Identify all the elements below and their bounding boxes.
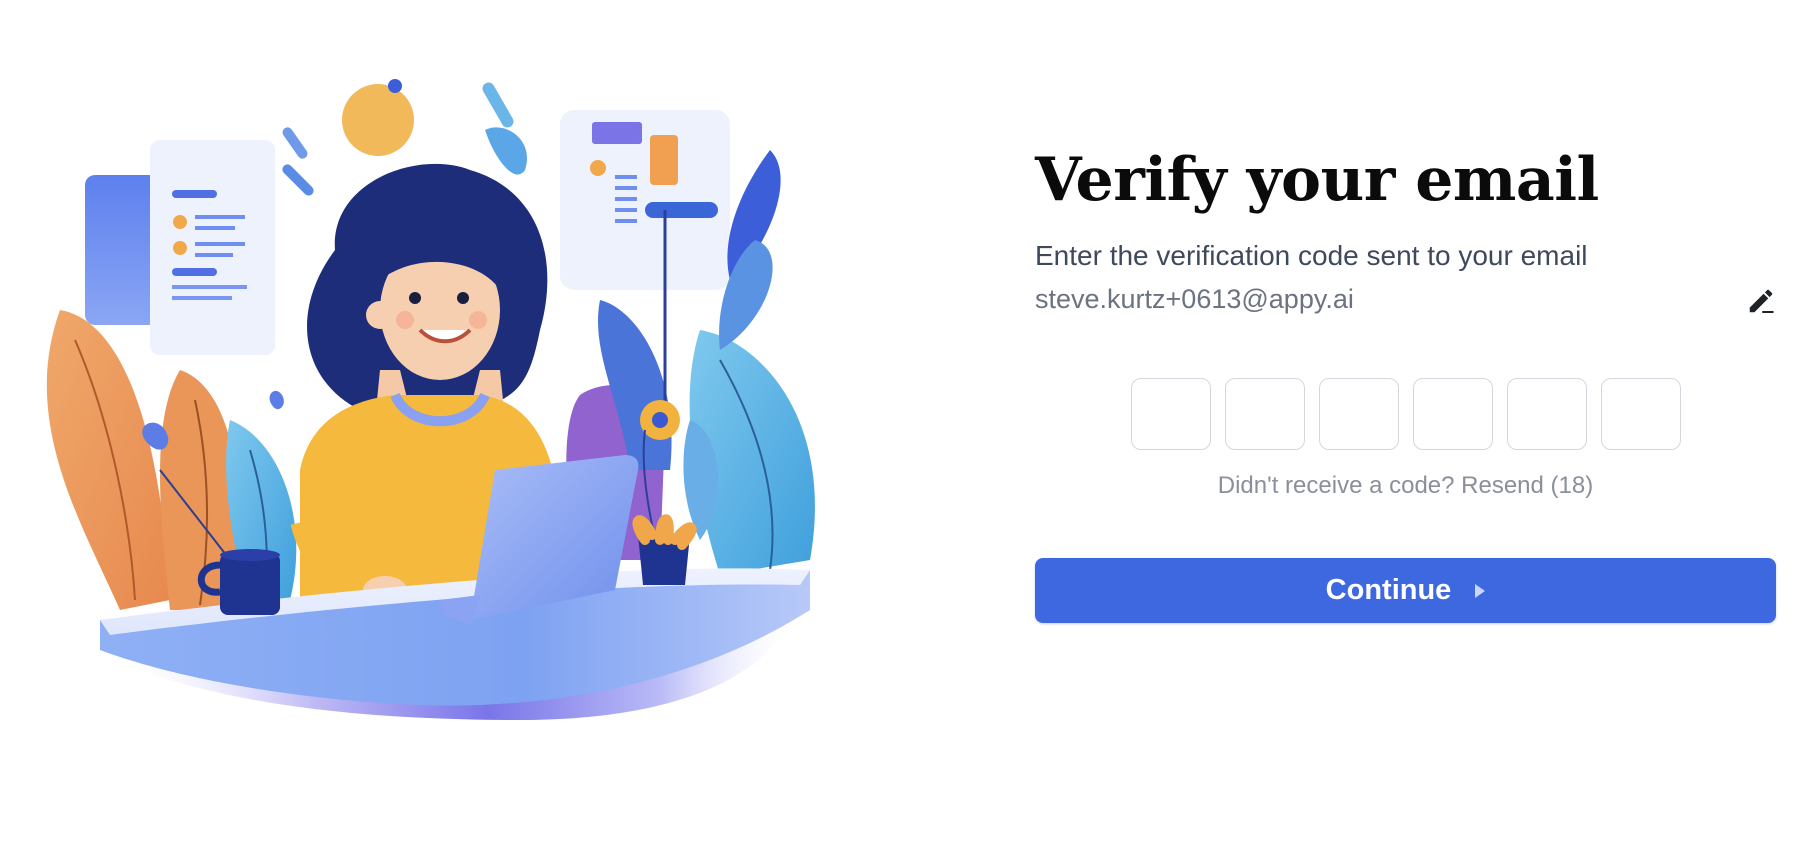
play-arrow-icon	[1475, 584, 1486, 598]
code-digit-1[interactable]	[1130, 378, 1211, 450]
verification-code-inputs	[1035, 378, 1776, 450]
email-row: steve.kurtz+0613@appy.ai	[1035, 284, 1776, 320]
continue-label: Continue	[1325, 574, 1452, 606]
coffee-mug	[220, 553, 280, 615]
woman-at-laptop-illustration	[46, 79, 815, 720]
resend-link[interactable]: Resend (18)	[1461, 472, 1593, 499]
code-digit-3[interactable]	[1318, 378, 1399, 450]
code-digit-4[interactable]	[1412, 378, 1493, 450]
resend-prompt: Didn't receive a code?	[1217, 472, 1455, 499]
instruction-text: Enter the verification code sent to your…	[1035, 240, 1588, 271]
document-card-right	[560, 110, 730, 290]
code-digit-6[interactable]	[1600, 378, 1681, 450]
code-digit-5[interactable]	[1506, 378, 1587, 450]
code-digit-2[interactable]	[1224, 378, 1305, 450]
verify-form-panel: Verify your email Enter the verification…	[1035, 150, 1776, 623]
page-title: Verify your email	[1035, 145, 1599, 215]
verify-email-page: Verify your email Enter the verification…	[0, 0, 1820, 862]
pencil-edit-icon[interactable]	[1746, 286, 1776, 316]
email-address: steve.kurtz+0613@appy.ai	[1035, 284, 1354, 314]
document-card-left	[150, 140, 275, 355]
sun-circle	[342, 84, 414, 156]
continue-button[interactable]: Continue	[1035, 558, 1776, 623]
resend-row: Didn't receive a code? Resend (18)	[1035, 472, 1776, 500]
